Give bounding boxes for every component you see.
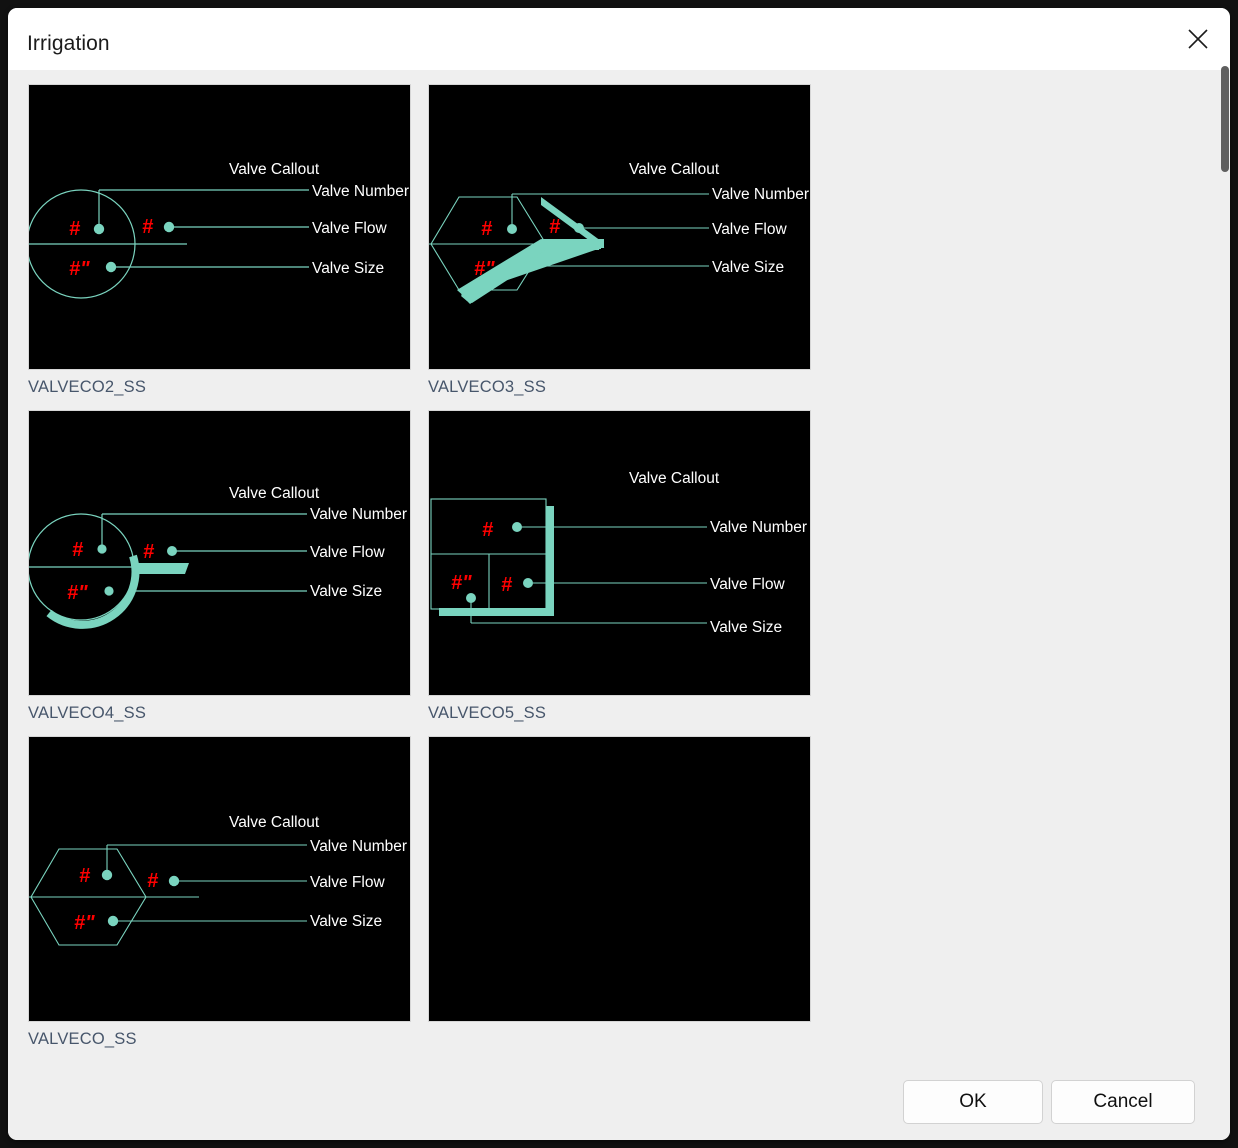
callout-title: Valve Callout [629,161,720,178]
callout-number-label: Valve Number [710,519,807,536]
callout-flow-label: Valve Flow [312,220,387,237]
callout-title: Valve Callout [229,161,320,178]
thumbnail-cell: # # #" Valve Callout Valve Number Valve … [428,84,828,400]
thumbnail-cell: # # #" Valve Callout Valve Number Valve … [28,410,428,726]
callout-number-label: Valve Number [312,183,409,200]
hash-number: # [69,218,81,240]
callout-title: Valve Callout [229,485,320,502]
callout-flow-label: Valve Flow [712,221,787,238]
hash-size: #" [74,912,95,934]
thumbnail-empty[interactable] [428,736,811,1022]
ok-button[interactable]: OK [903,1080,1043,1124]
hash-flow: # [147,870,159,892]
thumbnail-cell: # # #" Valve Callout Valve Number Valve … [428,410,828,726]
hash-size: #" [474,258,495,280]
callout-title: Valve Callout [629,470,720,487]
callout-flow-label: Valve Flow [710,576,785,593]
callout-size-label: Valve Size [712,259,784,276]
thumbnail-cell: # # #" Valve Callout Valve Number Valve … [28,736,428,1052]
hash-number: # [481,218,493,240]
hash-size: #" [69,258,90,280]
hash-number: # [482,519,494,541]
thumbnail-label: VALVECO2_SS [28,378,147,396]
callout-size-label: Valve Size [710,619,782,636]
thumbnail-grid: # # #" Valve Callout Valve Number Valve … [28,84,1213,1140]
thumbnail-cell [428,736,828,1052]
close-button[interactable] [1176,18,1220,60]
vertical-scrollbar-thumb[interactable] [1221,66,1229,172]
hash-flow: # [143,541,155,563]
thumbnail-label: VALVECO3_SS [428,378,547,396]
callout-flow-label: Valve Flow [310,874,385,891]
thumbnail-valveco3-ss[interactable]: # # #" Valve Callout Valve Number Valve … [428,84,811,370]
thumbnail-scroll-area[interactable]: # # #" Valve Callout Valve Number Valve … [8,66,1230,1140]
callout-size-label: Valve Size [310,913,382,930]
thumbnail-valveco2-ss[interactable]: # # #" Valve Callout Valve Number Valve … [28,84,411,370]
dialog-titlebar: Irrigation [8,8,1230,70]
callout-flow-label: Valve Flow [310,544,385,561]
thumbnail-valveco5-ss[interactable]: # # #" Valve Callout Valve Number Valve … [428,410,811,696]
hash-size: #" [451,572,472,594]
thumbnail-cell: # # #" Valve Callout Valve Number Valve … [28,84,428,400]
hash-flow: # [501,574,513,596]
thumbnail-label: VALVECO_SS [28,1030,137,1048]
vertical-scrollbar-track[interactable] [1215,66,1230,1062]
irrigation-dialog: Irrigation # # #" Valve Callout Valve Nu… [8,8,1230,1140]
thumbnail-label [428,1030,828,1052]
thumbnail-valveco4-ss[interactable]: # # #" Valve Callout Valve Number Valve … [28,410,411,696]
callout-number-label: Valve Number [310,838,407,855]
close-icon [1187,28,1209,50]
thumbnail-label: VALVECO4_SS [28,704,147,722]
hash-size: #" [67,582,88,604]
hash-flow: # [142,216,154,238]
hash-number: # [79,865,91,887]
hash-flow: # [549,216,561,238]
cancel-button[interactable]: Cancel [1051,1080,1195,1124]
callout-size-label: Valve Size [310,583,382,600]
callout-number-label: Valve Number [310,506,407,523]
callout-title: Valve Callout [229,814,320,831]
thumbnail-label: VALVECO5_SS [428,704,547,722]
dialog-footer: OK Cancel [8,1062,1230,1140]
dialog-title: Irrigation [27,32,110,55]
thumbnail-valveco-ss[interactable]: # # #" Valve Callout Valve Number Valve … [28,736,411,1022]
callout-size-label: Valve Size [312,260,384,277]
callout-number-label: Valve Number [712,186,809,203]
hash-number: # [72,539,84,561]
